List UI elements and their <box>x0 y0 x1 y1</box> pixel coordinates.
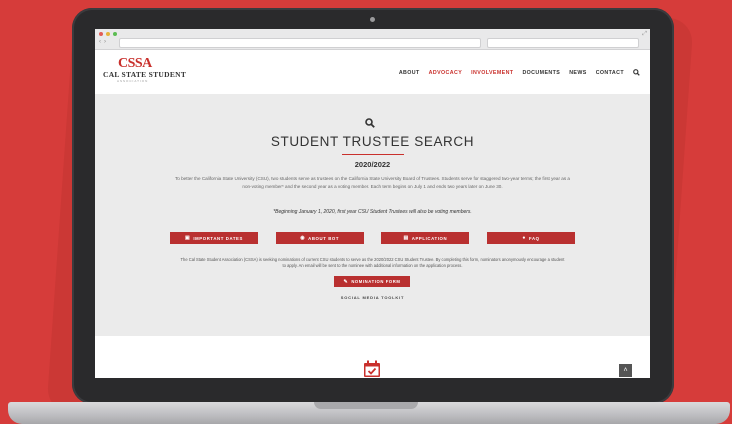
intro-paragraph: To better the California State Universit… <box>175 176 570 189</box>
scroll-to-top-button[interactable]: ˄ <box>619 364 632 377</box>
site-header: CSSA CAL STATE STUDENT ASSOCIATION ABOUT… <box>95 50 650 94</box>
back-forward-icon[interactable]: ‹› <box>99 39 109 45</box>
nomination-form-button[interactable]: ✎ NOMINATION FORM <box>334 276 410 287</box>
chevron-up-icon: ˄ <box>623 367 628 374</box>
nav-advocacy[interactable]: ADVOCACY <box>429 70 463 76</box>
laptop-screen: ‹› ⤢ CSSA CAL STATE STUDENT ASSOCIATION … <box>95 29 650 378</box>
social-media-toolkit-link[interactable]: SOCIAL MEDIA TOOLKIT <box>95 295 650 300</box>
info-buttons: ▣ IMPORTANT DATES ◉ ABOUT BOT ▤ APPLICAT… <box>170 232 575 244</box>
important-dates-button[interactable]: ▣ IMPORTANT DATES <box>170 232 258 244</box>
logo-subtitle: ASSOCIATION <box>117 79 149 83</box>
about-bot-button[interactable]: ◉ ABOUT BOT <box>275 232 364 244</box>
resize-icon[interactable]: ⤢ <box>642 31 647 38</box>
question-icon: ● <box>522 235 526 241</box>
main-nav: ABOUT ADVOCACY INVOLVEMENT DOCUMENTS NEW… <box>399 69 640 76</box>
title-divider <box>342 154 404 155</box>
faq-button[interactable]: ● FAQ <box>486 232 575 244</box>
window-controls <box>99 32 117 36</box>
minimize-dot-icon[interactable] <box>106 32 110 36</box>
browser-search-field[interactable] <box>487 38 639 48</box>
important-dates-label: IMPORTANT DATES <box>193 235 243 241</box>
hero-section: STUDENT TRUSTEE SEARCH 2020/2022 To bett… <box>95 94 650 336</box>
search-icon[interactable] <box>633 69 640 76</box>
close-dot-icon[interactable] <box>99 32 103 36</box>
lower-section: ˄ <box>95 336 650 378</box>
calendar-icon: ▣ <box>185 235 191 241</box>
hero-search-icon <box>365 118 375 128</box>
nav-contact[interactable]: CONTACT <box>596 70 624 76</box>
term-year: 2020/2022 <box>354 160 391 169</box>
maximize-dot-icon[interactable] <box>113 32 117 36</box>
camera-icon <box>370 17 375 22</box>
calendar-check-icon <box>364 360 380 377</box>
document-icon: ▤ <box>403 235 409 241</box>
nomination-paragraph: The Cal State Student Association (CSSA)… <box>180 257 565 268</box>
application-button[interactable]: ▤ APPLICATION <box>381 232 470 244</box>
browser-chrome: ‹› ⤢ <box>95 29 650 50</box>
faq-label: FAQ <box>528 235 540 241</box>
pencil-icon: ✎ <box>343 278 349 285</box>
address-bar[interactable] <box>119 38 481 48</box>
page-title: STUDENT TRUSTEE SEARCH <box>270 134 475 149</box>
nomination-form-label: NOMINATION FORM <box>351 279 401 284</box>
laptop-notch <box>314 402 418 409</box>
nav-about[interactable]: ABOUT <box>399 70 420 76</box>
about-bot-label: ABOUT BOT <box>308 235 340 241</box>
application-label: APPLICATION <box>411 235 448 241</box>
eye-icon: ◉ <box>300 235 306 241</box>
voting-note: *Beginning January 1, 2020, first year C… <box>273 209 472 215</box>
nav-news[interactable]: NEWS <box>569 70 587 76</box>
nav-documents[interactable]: DOCUMENTS <box>522 70 560 76</box>
nav-involvement[interactable]: INVOLVEMENT <box>471 70 513 76</box>
logo-name: CAL STATE STUDENT <box>103 70 187 79</box>
